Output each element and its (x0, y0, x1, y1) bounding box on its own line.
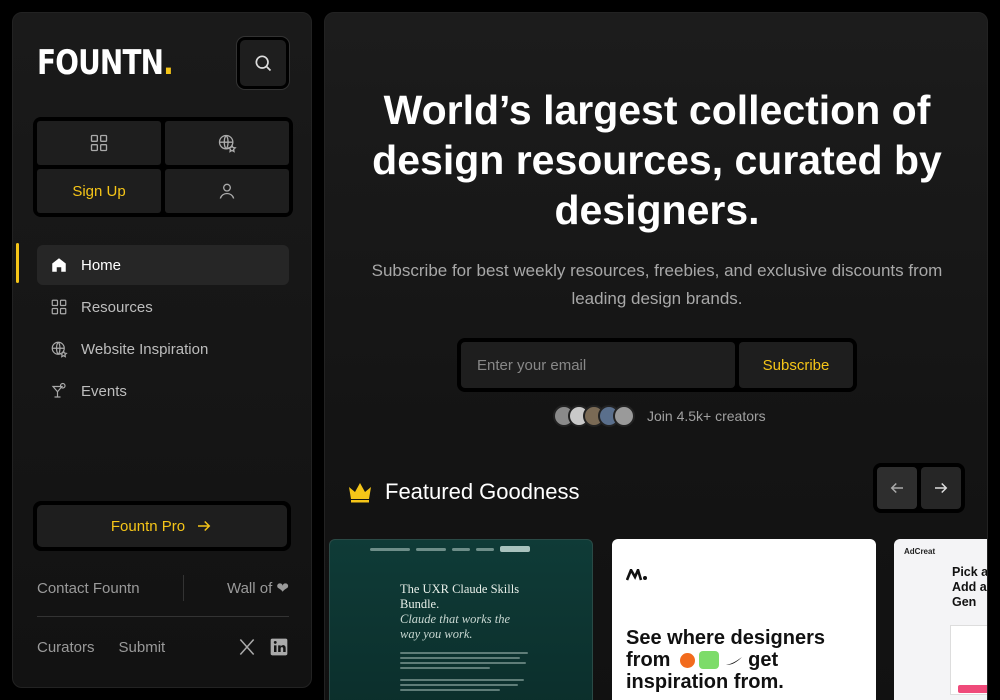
featured-card[interactable]: The UXR Claude Skills Bundle. Claude tha… (329, 539, 593, 700)
avatar (613, 405, 635, 427)
sidebar-item-label: Home (81, 256, 122, 274)
linkedin-icon[interactable] (269, 637, 289, 657)
featured-heading: Featured Goodness (347, 479, 579, 505)
hero-subtitle: Subscribe for best weekly resources, fre… (371, 261, 943, 308)
arrow-right-icon (935, 482, 948, 494)
sidebar-item-resources[interactable]: Resources (37, 287, 289, 327)
card-headline-line: inspiration from. (626, 671, 784, 693)
card-button-preview (958, 685, 987, 693)
sidebar-item-label: Website Inspiration (81, 340, 209, 358)
search-icon (255, 55, 272, 72)
arrow-left-icon (890, 482, 903, 494)
carousel-next-button[interactable] (921, 467, 961, 509)
home-icon (49, 255, 69, 275)
globe-star-icon (218, 134, 237, 153)
sidebar-item-label: Events (81, 382, 127, 400)
featured-title: Featured Goodness (385, 479, 580, 504)
card-title: The UXR Claude Skills Bundle. Claude tha… (400, 582, 530, 642)
grid-icon (90, 134, 108, 152)
inspiration-grid-button[interactable] (165, 121, 289, 165)
logo-dot: . (163, 43, 174, 83)
wall-of-love-link[interactable]: Wall of ❤ (227, 579, 289, 597)
user-icon (219, 183, 235, 199)
subscribe-button[interactable]: Subscribe (739, 342, 853, 388)
submit-link[interactable]: Submit (119, 639, 166, 656)
sign-up-button[interactable]: Sign Up (37, 169, 161, 213)
email-input[interactable] (461, 342, 735, 388)
divider (37, 616, 289, 617)
card-headline: See where designers from get inspiration… (626, 627, 866, 693)
arrow-right-icon (198, 520, 211, 532)
main-content: World’s largest collection of design res… (324, 12, 988, 700)
creator-avatars (553, 405, 635, 427)
resources-grid-button[interactable] (37, 121, 161, 165)
divider (182, 575, 184, 601)
card-brand: AdCreat (904, 547, 936, 556)
creators-row: Join 4.5k+ creators (553, 405, 766, 427)
card-headline-line: See where designers (626, 627, 825, 649)
search-button[interactable] (237, 37, 289, 89)
active-indicator (16, 243, 19, 283)
hero-title: World’s largest collection of design res… (372, 87, 942, 233)
cocktail-icon (49, 381, 69, 401)
card-preview-nav (370, 546, 570, 552)
creators-count: Join 4.5k+ creators (647, 408, 766, 424)
card-headline-line: from (626, 649, 671, 671)
brand-square-icon (699, 651, 720, 669)
sidebar-item-label: Resources (81, 298, 153, 316)
sidebar-footer: Contact Fountn Wall of ❤ Curators Submit (37, 575, 289, 659)
newsletter-form: Subscribe (457, 338, 857, 392)
featured-card[interactable]: See where designers from get inspiration… (612, 539, 876, 700)
sidebar-item-events[interactable]: Events (37, 371, 289, 411)
carousel-controls (873, 463, 965, 513)
card-italic-text: Claude that works the way you work. (400, 612, 511, 641)
fountn-pro-inner: Fountn Pro (37, 505, 287, 547)
featured-card[interactable]: AdCreat Pick a I Add a I AI Gen (894, 539, 988, 700)
account-button[interactable] (165, 169, 289, 213)
card-title-text: The UXR Claude Skills Bundle. (400, 582, 520, 611)
card-headline: Pick a I Add a I AI Gen (952, 565, 988, 609)
brand-dot-icon (680, 653, 696, 668)
logo-text: FOUNTN (37, 43, 164, 83)
swoosh-icon (725, 657, 742, 665)
sidebar: FOUNTN. Sign Up Home Resources Website I… (12, 12, 312, 688)
contact-link[interactable]: Contact Fountn (37, 580, 140, 597)
card-headline-line: get (748, 649, 779, 671)
fountn-pro-label: Fountn Pro (110, 517, 186, 535)
fountn-pro-button[interactable]: Fountn Pro (33, 501, 291, 551)
card-brand-logo (625, 566, 648, 585)
quick-actions-grid: Sign Up (33, 117, 293, 217)
curators-link[interactable]: Curators (37, 639, 95, 656)
globe-star-icon (49, 339, 69, 359)
crown-icon (349, 483, 371, 503)
card-body-lines (400, 652, 530, 694)
carousel-prev-button[interactable] (877, 467, 917, 509)
x-twitter-icon[interactable] (237, 637, 257, 657)
sidebar-item-website-inspiration[interactable]: Website Inspiration (37, 329, 289, 369)
grid-icon (49, 297, 69, 317)
sidebar-nav: Home Resources Website Inspiration Event… (37, 245, 289, 413)
sidebar-item-home[interactable]: Home (37, 245, 289, 285)
fountn-logo[interactable]: FOUNTN. (37, 43, 174, 83)
